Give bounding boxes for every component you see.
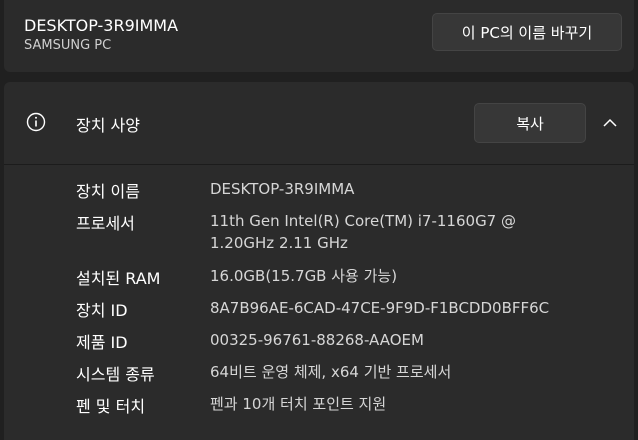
spec-value: 16.0GB(15.7GB 사용 가능) bbox=[210, 267, 398, 285]
spec-value: 00325-96761-88268-AAOEM bbox=[210, 331, 424, 349]
spec-value: 펜과 10개 터치 포인트 지원 bbox=[210, 395, 387, 413]
spec-label: 시스템 종류 bbox=[76, 365, 155, 384]
spec-label: 제품 ID bbox=[76, 333, 128, 352]
spec-label: 프로세서 bbox=[76, 214, 135, 233]
spec-value: 64비트 운영 체제, x64 기반 프로세서 bbox=[210, 363, 452, 381]
copy-button[interactable]: 복사 bbox=[474, 103, 586, 143]
spec-label: 장치 ID bbox=[76, 301, 128, 320]
spec-label: 설치된 RAM bbox=[76, 269, 161, 288]
device-specs-list: 장치 이름 DESKTOP-3R9IMMA 프로세서 11th Gen Inte… bbox=[4, 165, 634, 440]
section-title: 장치 사양 bbox=[76, 116, 140, 135]
spec-label: 펜 및 터치 bbox=[76, 397, 146, 416]
device-model: SAMSUNG PC bbox=[24, 38, 112, 53]
spec-label: 장치 이름 bbox=[76, 182, 140, 201]
device-name: DESKTOP-3R9IMMA bbox=[24, 16, 179, 35]
device-card: DESKTOP-3R9IMMA SAMSUNG PC 이 PC의 이름 바꾸기 bbox=[4, 0, 634, 72]
spec-value: 11th Gen Intel(R) Core(TM) i7-1160G7 @ 1… bbox=[210, 212, 516, 252]
device-specs-header[interactable]: 장치 사양 복사 bbox=[4, 82, 634, 164]
spec-value: 8A7B96AE-6CAD-47CE-9F9D-F1BCDD0BFF6C bbox=[210, 299, 550, 317]
info-icon bbox=[26, 112, 46, 132]
rename-pc-button[interactable]: 이 PC의 이름 바꾸기 bbox=[432, 13, 622, 51]
spec-value: DESKTOP-3R9IMMA bbox=[210, 180, 355, 198]
chevron-up-icon[interactable] bbox=[602, 115, 618, 131]
